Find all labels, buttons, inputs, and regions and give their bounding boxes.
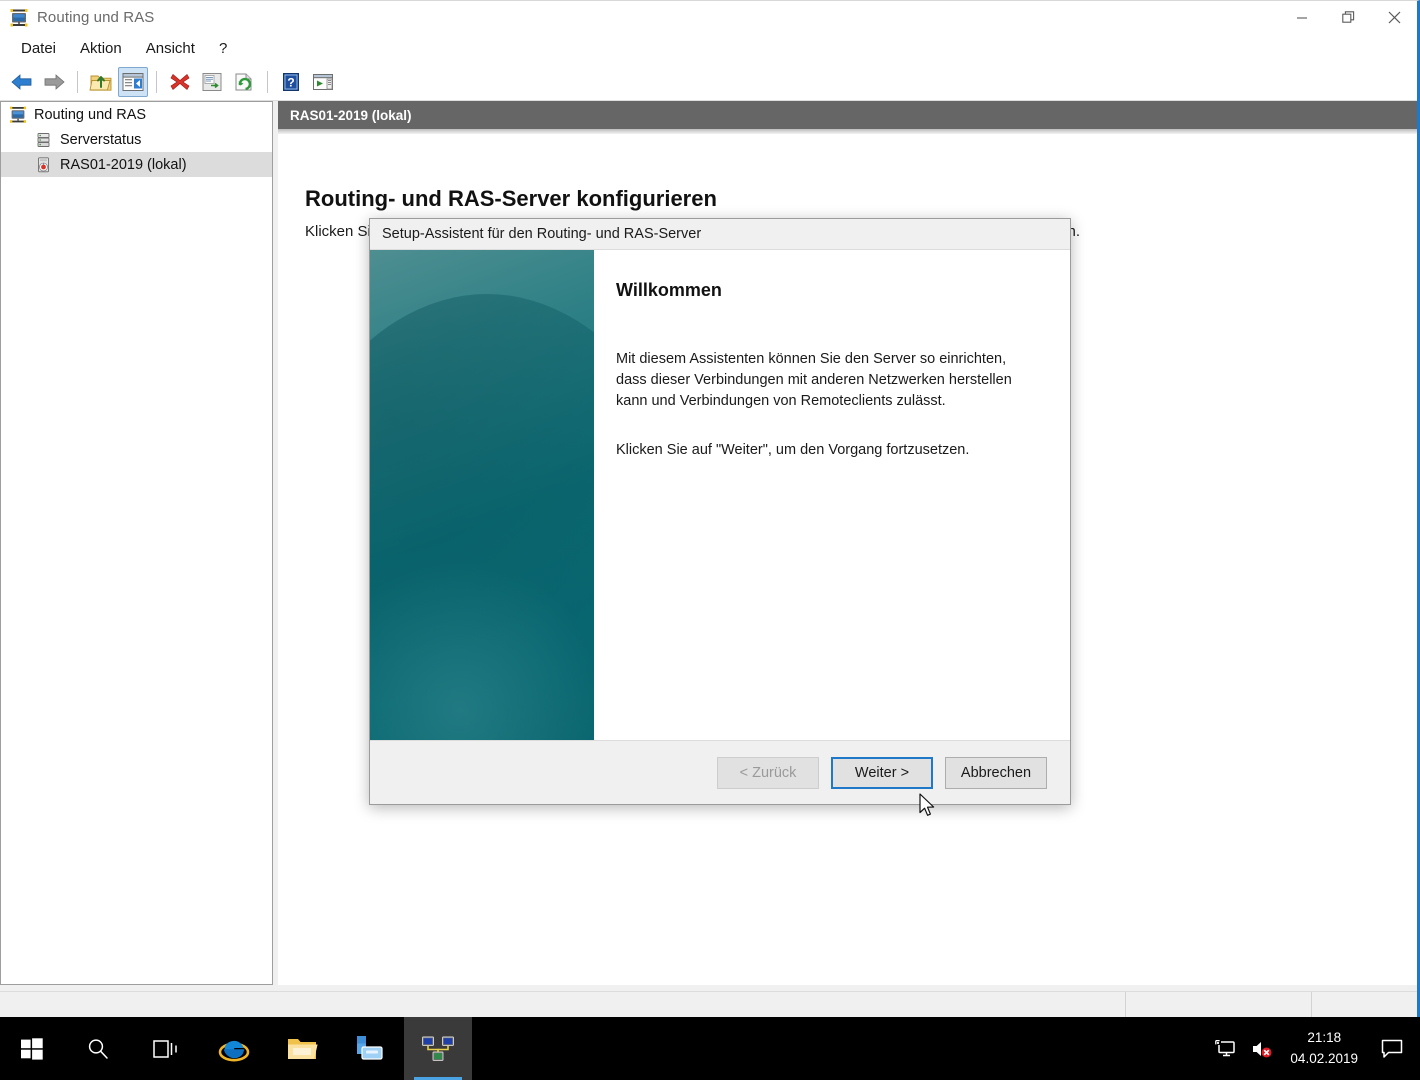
next-button[interactable]: Weiter >: [831, 756, 933, 789]
toolbar-separator: [267, 71, 268, 93]
wizard-heading: Willkommen: [616, 280, 722, 300]
statusbar-segment-3: [1312, 992, 1417, 1018]
system-tray: 21:18 04.02.2019: [1208, 1017, 1420, 1080]
network-icon[interactable]: [1208, 1017, 1244, 1080]
start-button[interactable]: [0, 1017, 64, 1080]
clock-time: 21:18: [1307, 1030, 1342, 1046]
cancel-button[interactable]: Abbrechen: [945, 756, 1047, 789]
up-folder-icon[interactable]: [86, 67, 116, 97]
statusbar: [0, 991, 1417, 1018]
windows-taskbar: 21:18 04.02.2019: [0, 1017, 1420, 1080]
wizard-title-text: Setup-Assistent für den Routing- und RAS…: [382, 226, 702, 242]
menu-aktion[interactable]: Aktion: [68, 37, 134, 60]
routing-ras-setup-wizard-dialog: Setup-Assistent für den Routing- und RAS…: [369, 218, 1071, 816]
restore-button[interactable]: [1325, 1, 1371, 34]
content-header-title: RAS01-2019 (lokal): [290, 107, 412, 123]
menu-hilfe[interactable]: ?: [207, 37, 239, 60]
back-icon[interactable]: [7, 67, 37, 97]
search-button[interactable]: [64, 1017, 132, 1080]
properties-icon[interactable]: [197, 67, 227, 97]
toolbar-separator: [156, 71, 157, 93]
toolbar-separator: [77, 71, 78, 93]
sidebar-item-label: Serverstatus: [60, 131, 142, 148]
refresh-icon[interactable]: [229, 67, 259, 97]
routing-ras-root-icon: [9, 106, 27, 124]
internet-explorer-button[interactable]: [200, 1017, 268, 1080]
wizard-paragraph-2: Klicken Sie auf "Weiter", um den Vorgang…: [616, 442, 970, 459]
page-title: Routing- und RAS-Server konfigurieren: [305, 186, 717, 211]
taskbar-clock[interactable]: 21:18 04.02.2019: [1280, 1028, 1372, 1069]
wizard-content: Willkommen Mit diesem Assistenten können…: [594, 250, 1070, 740]
sidebar-item-routing-und-ras[interactable]: Routing und RAS: [1, 102, 272, 127]
file-explorer-button[interactable]: [268, 1017, 336, 1080]
show-hide-tree-icon[interactable]: [118, 67, 148, 97]
back-button[interactable]: < Zurück: [717, 756, 819, 789]
svg-text:?: ?: [287, 76, 294, 90]
wizard-footer: < Zurück Weiter > Abbrechen: [370, 741, 1070, 816]
menu-ansicht[interactable]: Ansicht: [134, 37, 207, 60]
window-title: Routing und RAS: [37, 9, 155, 26]
clock-date: 04.02.2019: [1290, 1050, 1358, 1066]
statusbar-segment-2: [1126, 992, 1312, 1018]
window-controls: [1279, 1, 1417, 34]
menu-datei[interactable]: Datei: [9, 37, 68, 60]
sidebar-item-ras01-2019[interactable]: RAS01-2019 (lokal): [1, 152, 272, 177]
delete-icon[interactable]: [165, 67, 195, 97]
ras-server-icon: [35, 156, 53, 174]
console-tree-pane: Routing und RAS Serverstatus RAS01-2019 …: [0, 101, 273, 985]
wizard-paragraph-1: Mit diesem Assistenten können Sie den Se…: [616, 351, 1012, 410]
routing-ras-button[interactable]: [404, 1017, 472, 1080]
help-icon[interactable]: ?: [276, 67, 306, 97]
task-view-button[interactable]: [132, 1017, 200, 1080]
server-manager-button[interactable]: [336, 1017, 404, 1080]
routing-ras-icon: [9, 8, 29, 28]
sidebar-item-label: RAS01-2019 (lokal): [60, 156, 187, 173]
wizard-titlebar: Setup-Assistent für den Routing- und RAS…: [370, 219, 1070, 249]
wizard-body: Willkommen Mit diesem Assistenten können…: [370, 249, 1070, 741]
menubar: Datei Aktion Ansicht ?: [0, 34, 1417, 64]
minimize-button[interactable]: [1279, 1, 1325, 34]
wizard-banner-image: [370, 250, 594, 740]
forward-icon[interactable]: [39, 67, 69, 97]
server-status-icon: [35, 131, 53, 149]
toolbar: ?: [0, 64, 1417, 101]
content-header-bar: RAS01-2019 (lokal): [278, 101, 1417, 129]
sidebar-item-label: Routing und RAS: [34, 106, 147, 123]
action-center-icon[interactable]: [1372, 1017, 1412, 1080]
statusbar-segment-1: [0, 992, 1126, 1018]
close-button[interactable]: [1371, 1, 1417, 34]
window-titlebar: Routing und RAS: [0, 1, 1417, 34]
sidebar-item-serverstatus[interactable]: Serverstatus: [1, 127, 272, 152]
volume-muted-icon[interactable]: [1244, 1017, 1280, 1080]
export-list-icon[interactable]: [308, 67, 338, 97]
